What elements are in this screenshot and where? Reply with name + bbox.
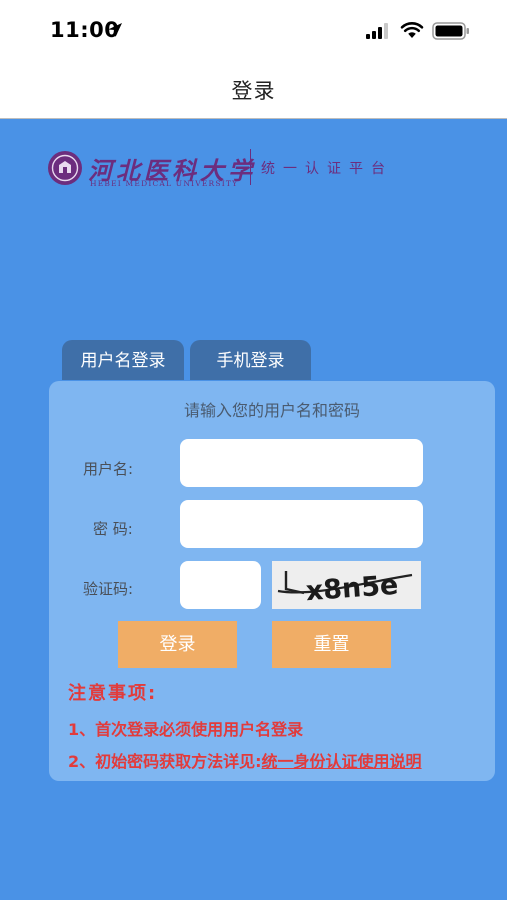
main-content: 河北医科大学 HEBEI MEDICAL UNIVERSITY 统一认证平台 用… <box>0 119 507 900</box>
tab-phone-login[interactable]: 手机登录 <box>190 340 311 380</box>
wifi-icon <box>400 22 424 38</box>
note-item-1: 1、首次登录必须使用用户名登录 <box>68 720 304 739</box>
password-label: 密 码: <box>93 520 133 538</box>
captcha-text: x8n5e <box>305 570 399 607</box>
note-item-2-text: 2、初始密码获取方法详见: <box>68 752 262 771</box>
signal-icon <box>366 23 388 39</box>
password-input[interactable] <box>180 500 423 548</box>
captcha-input[interactable] <box>180 561 261 609</box>
platform-name: 统一认证平台 <box>261 161 393 177</box>
tab-username-login[interactable]: 用户名登录 <box>62 340 184 380</box>
university-logo: 河北医科大学 HEBEI MEDICAL UNIVERSITY 统一认证平台 <box>46 149 406 189</box>
reset-button[interactable]: 重置 <box>272 621 391 668</box>
username-label: 用户名: <box>83 460 134 478</box>
note-item-2: 2、初始密码获取方法详见:统一身份认证使用说明 <box>68 751 448 773</box>
university-name-en: HEBEI MEDICAL UNIVERSITY <box>90 179 239 188</box>
location-arrow-icon <box>108 23 122 37</box>
nav-bar: 登录 <box>0 60 507 119</box>
university-emblem-icon <box>48 151 82 185</box>
logo-divider <box>250 149 251 185</box>
login-hint: 请输入您的用户名和密码 <box>183 401 360 420</box>
page-title: 登录 <box>231 79 276 103</box>
captcha-label: 验证码: <box>83 580 134 598</box>
battery-icon <box>432 22 469 40</box>
login-button[interactable]: 登录 <box>118 621 237 668</box>
auth-guide-link[interactable]: 统一身份认证使用说明 <box>262 752 422 771</box>
status-bar: 11:00 <box>0 0 507 60</box>
captcha-image[interactable]: x8n5e <box>272 561 421 609</box>
username-input[interactable] <box>180 439 423 487</box>
notes-title: 注意事项: <box>68 683 158 704</box>
